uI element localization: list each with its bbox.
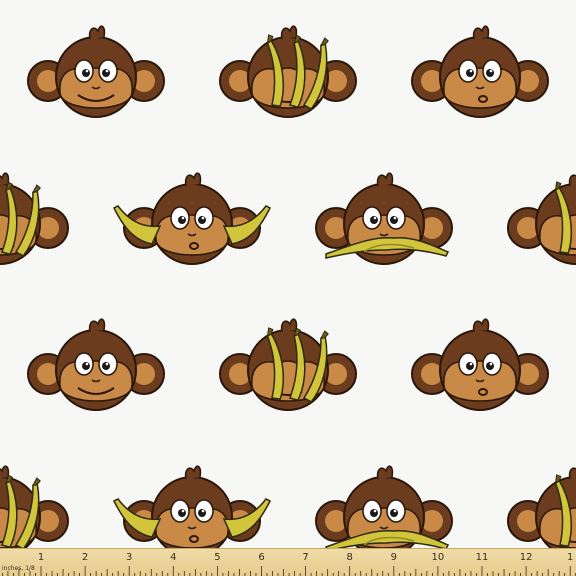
ruler-unit-label: inches, 1/8 — [2, 565, 35, 572]
ruler-number: 10 — [431, 552, 445, 563]
ruler-number: 8 — [346, 552, 353, 563]
ruler-number: 6 — [258, 552, 265, 563]
ruler-number: 3 — [126, 552, 133, 563]
ruler-number: 7 — [302, 552, 309, 563]
ruler-number: 12 — [519, 552, 533, 563]
measurement-ruler: inches, 1/8 1 2 3 4 5 6 7 8 9 10 11 12 1 — [0, 548, 576, 576]
ruler-number: 4 — [170, 552, 177, 563]
ruler-number: 5 — [214, 552, 221, 563]
ruler-number: 9 — [390, 552, 397, 563]
ruler-number: 1 — [37, 552, 45, 563]
ruler-number: 1 — [567, 552, 574, 563]
monkey-pattern-fabric — [0, 0, 576, 576]
ruler-number: 11 — [475, 552, 489, 563]
ruler-number: 2 — [81, 552, 89, 563]
